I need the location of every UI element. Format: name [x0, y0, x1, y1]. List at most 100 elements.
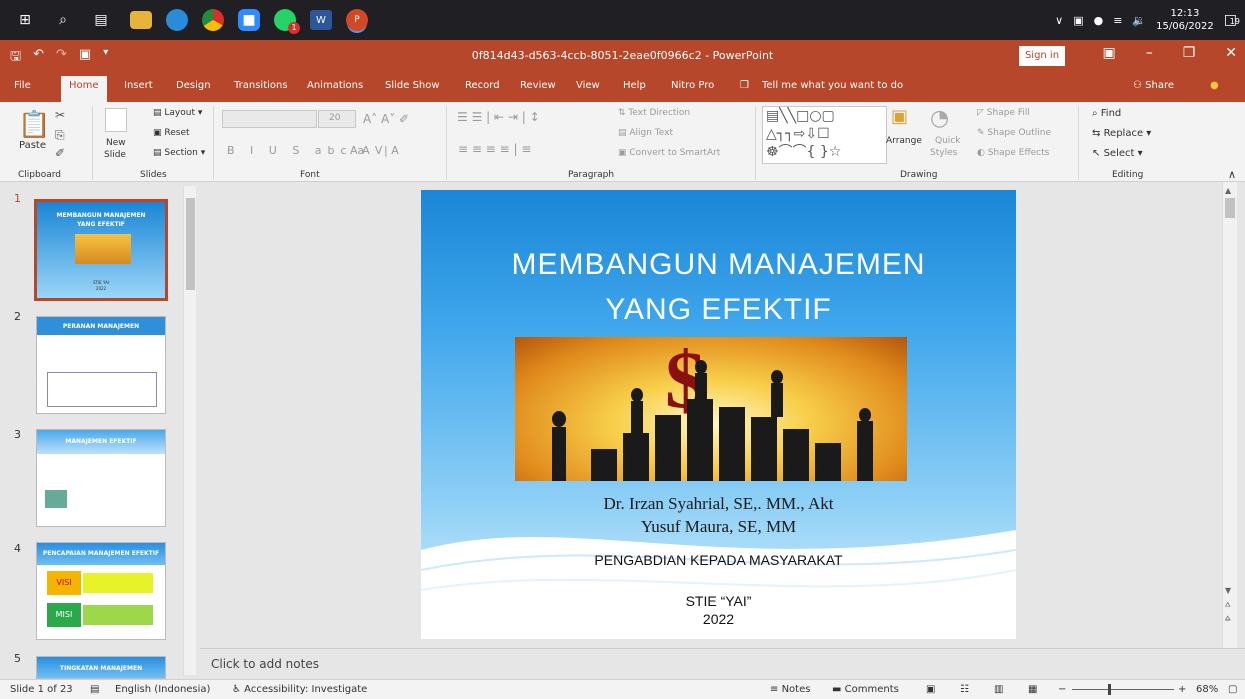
section-button[interactable]: ▤ Section ▾ — [153, 148, 205, 158]
quick-styles-button[interactable]: Quick — [935, 136, 960, 146]
slide-thumbnail-2[interactable]: PERANAN MANAJEMEN — [36, 316, 166, 414]
slide-program[interactable]: PENGABDIAN KEPADA MASYARAKAT — [421, 552, 1016, 568]
powerpoint-icon[interactable]: P — [346, 9, 368, 31]
tab-file[interactable]: File — [14, 80, 31, 91]
list-icons[interactable]: ☰ ☰ | ⇤ ⇥ | ↕ — [457, 110, 540, 124]
font-name-field[interactable] — [222, 110, 317, 128]
close-icon[interactable]: ✕ — [1225, 45, 1237, 61]
scroll-down-icon[interactable]: ▼ — [1225, 586, 1231, 595]
grow-font-icon[interactable]: A˄ A˅ ✐ — [363, 112, 409, 126]
clock[interactable]: 12:13 15/06/2022 — [1156, 7, 1214, 33]
restore-icon[interactable]: ❐ — [1183, 45, 1196, 61]
arrange-button[interactable]: Arrange — [886, 136, 922, 146]
find-button[interactable]: ⌕ Find — [1092, 108, 1121, 119]
tell-me-search[interactable]: Tell me what you want to do — [762, 80, 903, 91]
comments-button[interactable]: ▬ Comments — [832, 684, 899, 695]
zoom-out-button[interactable]: − — [1058, 684, 1066, 695]
accessibility-button[interactable]: ♿ Accessibility: Investigate — [232, 684, 367, 695]
slide-sorter-icon[interactable]: ☷ — [960, 684, 969, 695]
scrollbar-thumb[interactable] — [186, 198, 195, 290]
tab-insert[interactable]: Insert — [124, 80, 153, 91]
format-painter-icon[interactable]: ✐ — [55, 146, 65, 160]
align-text-button[interactable]: ▤ Align Text — [618, 128, 673, 138]
tab-transitions[interactable]: Transitions — [234, 80, 288, 91]
layout-button[interactable]: ▤ Layout ▾ — [153, 108, 202, 118]
slide-title-line2[interactable]: YANG EFEKTIF — [421, 293, 1016, 327]
slide-scrollbar[interactable]: ▲ ▼ ⩟ ⩠ — [1222, 182, 1237, 648]
tab-help[interactable]: Help — [623, 80, 646, 91]
tab-review[interactable]: Review — [520, 80, 556, 91]
next-slide-icon[interactable]: ⩠ — [1225, 614, 1230, 624]
tab-home[interactable]: Home — [61, 76, 107, 102]
language-indicator[interactable]: English (Indonesia) — [115, 684, 210, 695]
meet-now-icon[interactable]: ▣ — [1073, 14, 1083, 27]
slide-canvas[interactable]: MEMBANGUN MANAJEMEN YANG EFEKTIF $ Dr. I… — [421, 190, 1016, 639]
shape-effects-button[interactable]: ◐ Shape Effects — [977, 148, 1049, 158]
tab-nitro-pro[interactable]: Nitro Pro — [671, 80, 714, 91]
text-direction-button[interactable]: ⇅ Text Direction — [618, 108, 690, 118]
zoom-in-button[interactable]: + — [1178, 684, 1186, 695]
chevron-up-icon[interactable]: ∨ — [1055, 14, 1063, 27]
file-explorer-icon[interactable] — [130, 11, 152, 29]
slide-image-growth[interactable]: $ — [515, 337, 907, 481]
slide-author-2[interactable]: Yusuf Maura, SE, MM — [421, 517, 1016, 537]
start-icon[interactable]: ⊞ — [10, 5, 40, 35]
change-case-button[interactable]: Aa — [350, 144, 364, 157]
tab-record[interactable]: Record — [465, 80, 500, 91]
quick-styles-icon[interactable]: ◔ — [930, 106, 949, 131]
notes-button[interactable]: ≡ Notes — [770, 684, 810, 695]
previous-slide-icon[interactable]: ⩟ — [1225, 600, 1230, 610]
scroll-up-icon[interactable]: ▲ — [1225, 186, 1235, 196]
new-slide-button[interactable]: New — [106, 138, 126, 148]
cut-icon[interactable]: ✂ — [55, 108, 65, 122]
thumbnail-scrollbar[interactable] — [183, 186, 196, 675]
edge-icon[interactable] — [166, 9, 188, 31]
slide-thumbnail-1[interactable]: MEMBANGUN MANAJEMEN YANG EFEKTIF STIE YA… — [34, 199, 168, 301]
chrome-icon[interactable] — [202, 9, 224, 31]
shape-fill-button[interactable]: ◸ Shape Fill — [977, 108, 1030, 118]
task-view-icon[interactable]: ▤ — [86, 5, 116, 35]
align-icons[interactable]: ≡ ≡ ≡ ≡ | ≡ — [458, 142, 531, 156]
minimize-icon[interactable]: – — [1146, 45, 1153, 61]
paste-icon[interactable]: 📋 — [18, 110, 50, 140]
word-icon[interactable]: W — [310, 10, 332, 30]
collapse-ribbon-icon[interactable]: ∧ — [1228, 168, 1236, 181]
font-color-icon[interactable]: | A — [384, 144, 399, 157]
slide-author-1[interactable]: Dr. Irzan Syahrial, SE,. MM., Akt — [421, 494, 1016, 514]
tab-animations[interactable]: Animations — [307, 80, 363, 91]
tab-design[interactable]: Design — [176, 80, 211, 91]
tab-view[interactable]: View — [576, 80, 600, 91]
font-size-field[interactable]: 20 — [318, 110, 356, 128]
zoom-icon[interactable]: ■ — [238, 9, 260, 31]
copy-icon[interactable]: ⎘ — [55, 128, 65, 143]
microphone-icon[interactable]: ● — [1094, 14, 1104, 27]
shapes-gallery[interactable]: ▤╲╲□○▢ △┐┐⇨⇩☐ ☸⌒⌒{ }☆ — [762, 106, 887, 164]
paste-button[interactable]: Paste — [19, 140, 46, 151]
slide-title-line1[interactable]: MEMBANGUN MANAJEMEN — [421, 248, 1016, 282]
arrange-icon[interactable]: ▣ — [891, 106, 908, 127]
notes-placeholder[interactable]: Click to add notes — [211, 657, 319, 671]
zoom-level[interactable]: 68% — [1196, 684, 1218, 695]
zoom-slider[interactable] — [1072, 684, 1174, 695]
notification-icon[interactable]: □ 19 — [1224, 12, 1240, 28]
speaker-icon[interactable]: 🔉 — [1132, 14, 1146, 27]
new-slide-icon[interactable] — [105, 108, 127, 132]
fit-slide-icon[interactable]: ▢ — [1228, 684, 1237, 695]
search-icon[interactable]: ⌕ — [48, 5, 78, 35]
reading-view-icon[interactable]: ▥ — [994, 684, 1003, 695]
slide-institution[interactable]: STIE “YAI” — [421, 593, 1016, 609]
spell-check-icon[interactable]: ▤ — [90, 684, 99, 695]
sign-in-button[interactable]: Sign in — [1019, 46, 1065, 66]
convert-smartart-button[interactable]: ▣ Convert to SmartArt — [618, 148, 720, 158]
select-button[interactable]: ↖ Select ▾ — [1092, 148, 1143, 159]
notes-pane[interactable]: Click to add notes — [200, 648, 1245, 679]
shape-outline-button[interactable]: ✎ Shape Outline — [977, 128, 1051, 138]
whatsapp-icon[interactable]: 1 — [274, 9, 300, 34]
tab-slide-show[interactable]: Slide Show — [385, 80, 440, 91]
slide-thumbnail-5[interactable]: TINGKATAN MANAJEMEN — [36, 656, 166, 679]
network-icon[interactable]: ≡ — [1113, 14, 1122, 27]
share-button[interactable]: ⚇ Share — [1133, 80, 1174, 91]
ribbon-display-icon[interactable]: ▣ — [1102, 45, 1115, 61]
reset-button[interactable]: ▣ Reset — [153, 128, 190, 138]
slide-thumbnail-3[interactable]: MANAJEMEN EFEKTIF — [36, 429, 166, 527]
